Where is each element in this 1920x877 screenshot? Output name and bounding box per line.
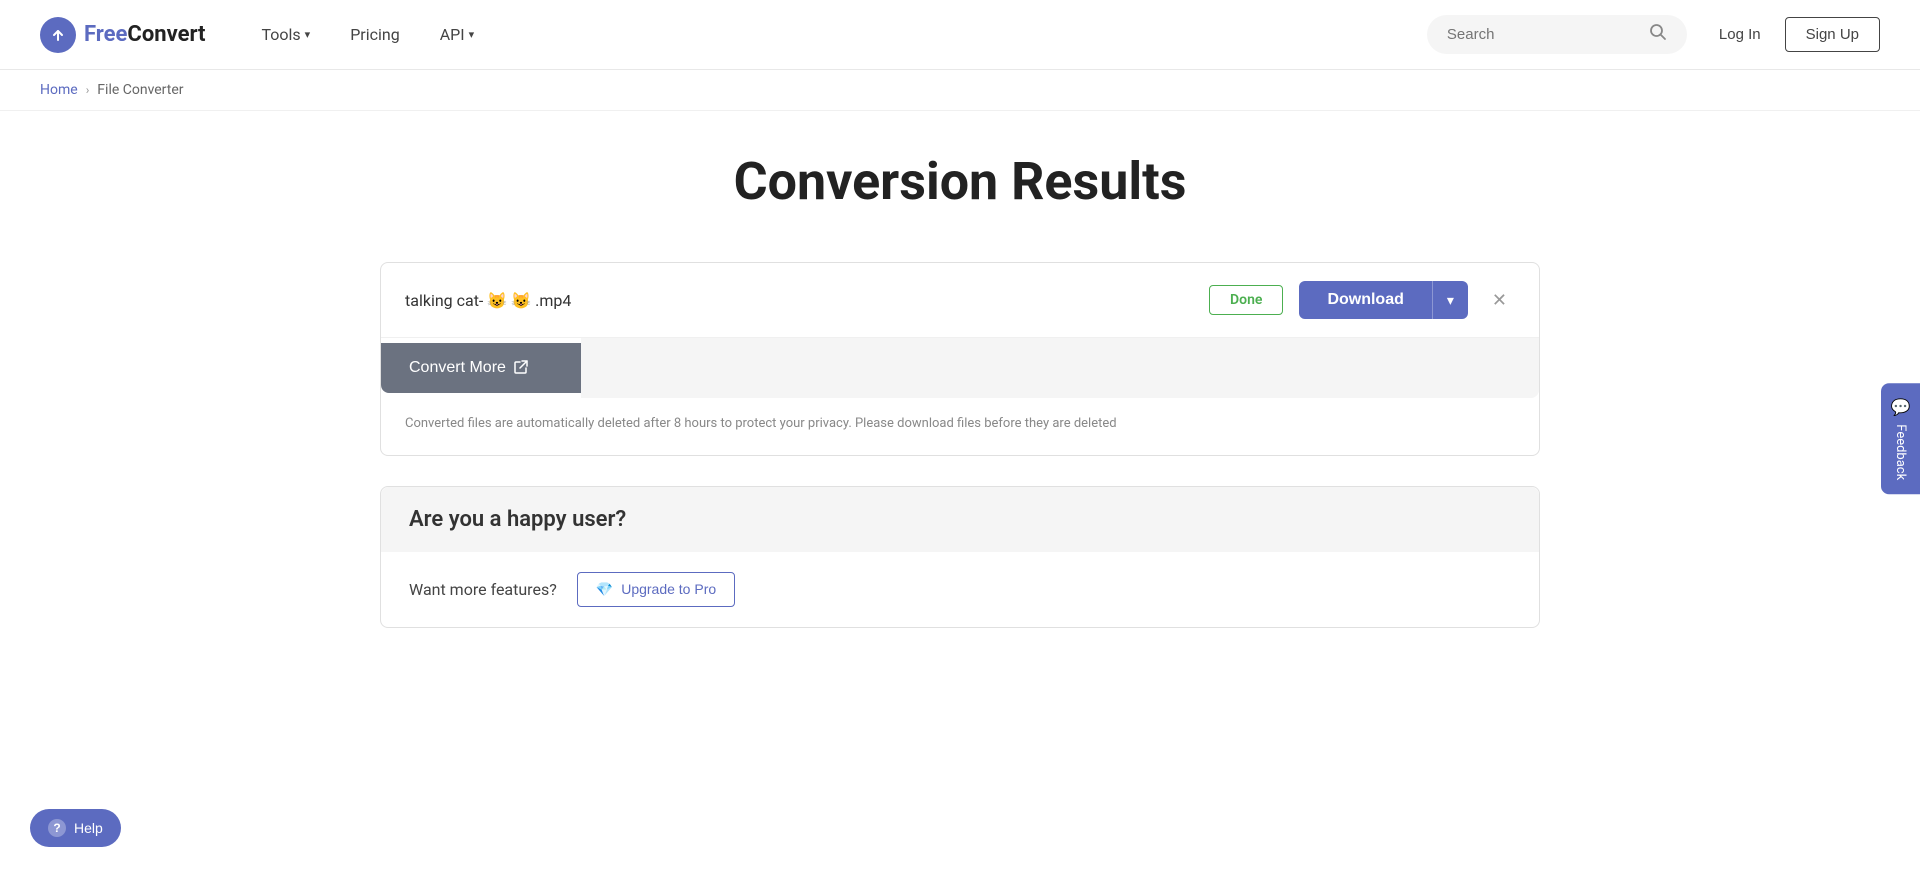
download-button[interactable]: Download <box>1299 281 1431 319</box>
header: FreeConvert Tools ▾ Pricing API ▾ Log In… <box>0 0 1920 70</box>
search-area <box>1427 15 1687 54</box>
breadcrumb-current: File Converter <box>97 82 183 98</box>
download-btn-group: Download ▾ <box>1299 281 1467 319</box>
logo-icon <box>40 17 76 53</box>
feedback-icon: 💬 <box>1891 397 1910 417</box>
help-icon: ? <box>48 819 66 837</box>
happy-user-card: Are you a happy user? Want more features… <box>380 486 1540 628</box>
diamond-icon: 💎 <box>596 581 613 598</box>
signup-button[interactable]: Sign Up <box>1785 17 1880 52</box>
search-icon[interactable] <box>1649 23 1667 46</box>
note-text: Converted files are automatically delete… <box>381 398 1539 455</box>
logo-text: FreeConvert <box>84 22 206 47</box>
breadcrumb: Home › File Converter <box>0 70 1920 111</box>
main-content: Conversion Results talking cat- 😺 😺 .mp4… <box>360 111 1560 688</box>
happy-card-title: Are you a happy user? <box>409 507 1511 532</box>
upgrade-button[interactable]: 💎 Upgrade to Pro <box>577 572 735 607</box>
search-input[interactable] <box>1447 26 1639 43</box>
breadcrumb-home[interactable]: Home <box>40 82 78 98</box>
nav-tools[interactable]: Tools ▾ <box>246 17 327 52</box>
chevron-down-icon: ▾ <box>305 28 311 41</box>
convert-more-button[interactable]: Convert More <box>381 343 581 393</box>
file-name: talking cat- 😺 😺 .mp4 <box>405 291 1193 310</box>
nav-api[interactable]: API ▾ <box>424 17 490 52</box>
feedback-widget[interactable]: 💬 Feedback <box>1881 383 1920 494</box>
logo[interactable]: FreeConvert <box>40 17 206 53</box>
convert-more-row: Convert More <box>381 338 1539 398</box>
main-nav: Tools ▾ Pricing API ▾ <box>246 17 1427 52</box>
happy-card-body: Want more features? 💎 Upgrade to Pro <box>381 552 1539 627</box>
login-button[interactable]: Log In <box>1707 18 1773 51</box>
download-dropdown-button[interactable]: ▾ <box>1432 281 1468 319</box>
conversion-card: talking cat- 😺 😺 .mp4 Done Download ▾ ✕ … <box>380 262 1540 456</box>
close-button[interactable]: ✕ <box>1484 286 1515 315</box>
auth-area: Log In Sign Up <box>1707 17 1880 52</box>
nav-pricing[interactable]: Pricing <box>334 17 416 52</box>
external-link-icon <box>514 360 528 377</box>
page-title: Conversion Results <box>380 151 1540 212</box>
happy-card-header: Are you a happy user? <box>381 487 1539 552</box>
help-button[interactable]: ? Help <box>30 809 121 847</box>
chevron-down-icon: ▾ <box>469 28 475 41</box>
close-icon: ✕ <box>1492 290 1507 310</box>
breadcrumb-separator: › <box>86 83 90 97</box>
convert-more-spacer <box>581 338 1539 398</box>
want-features-label: Want more features? <box>409 580 557 599</box>
file-row: talking cat- 😺 😺 .mp4 Done Download ▾ ✕ <box>381 263 1539 338</box>
done-badge: Done <box>1209 285 1283 315</box>
chevron-down-icon: ▾ <box>1447 292 1454 308</box>
